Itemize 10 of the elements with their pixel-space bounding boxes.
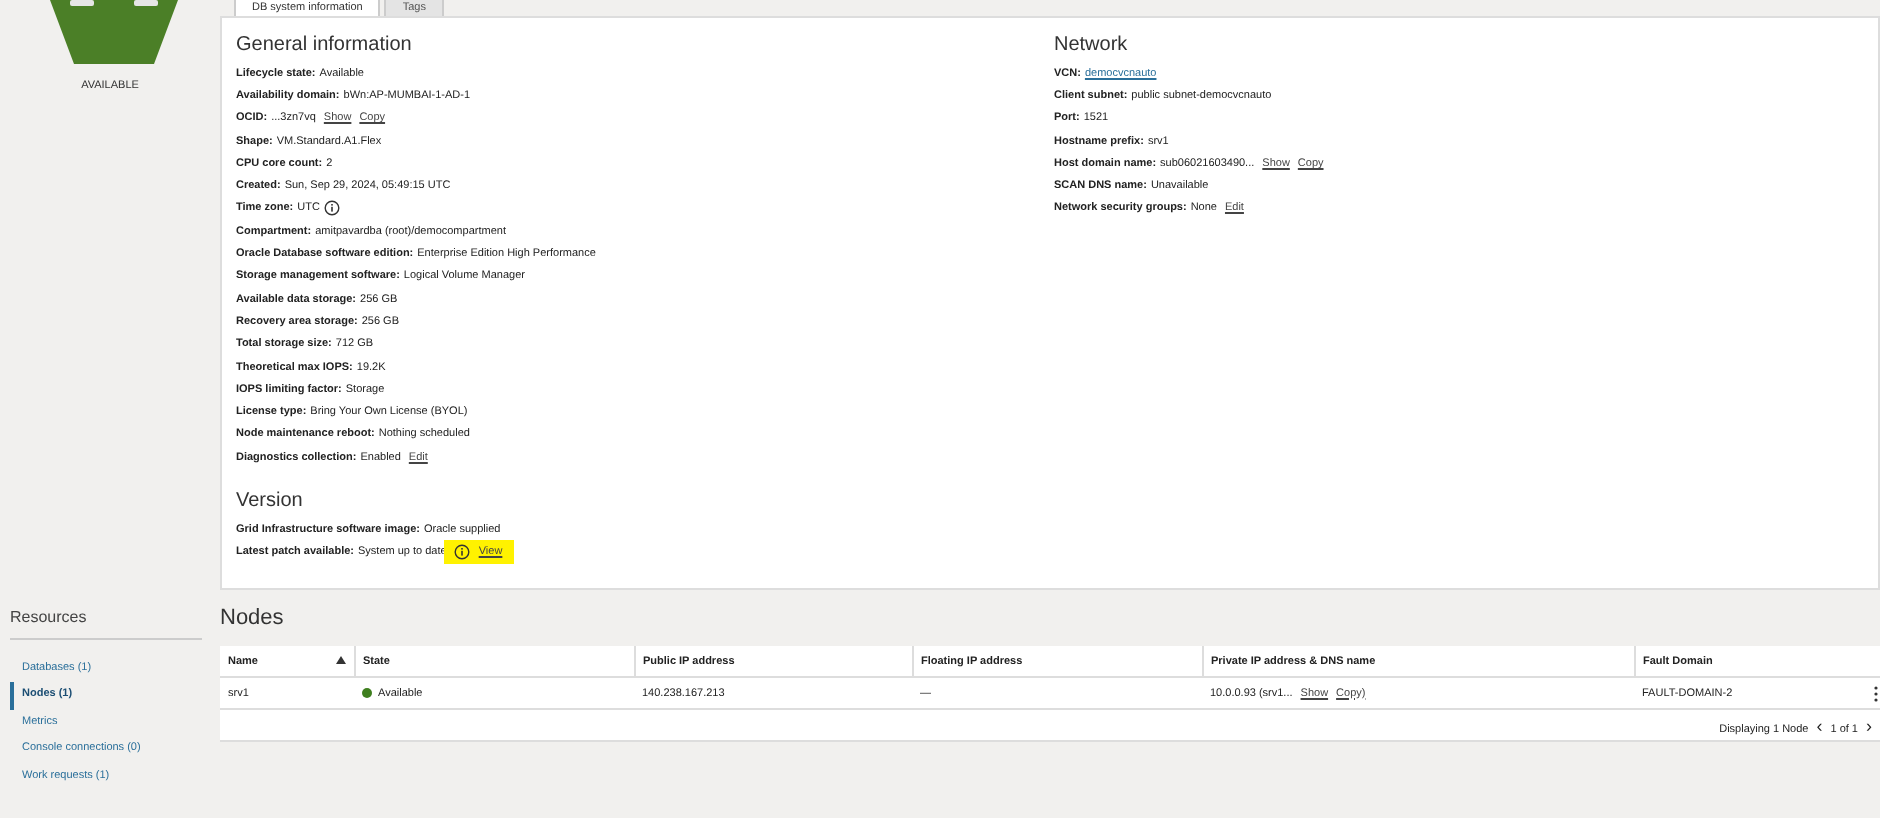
nodes-title: Nodes [220,604,286,634]
section-title: Version [236,490,305,513]
info-icon[interactable] [454,544,471,561]
next-page-button[interactable]: › [1866,715,1872,735]
resources-title: Resources [10,599,202,639]
previous-page-button[interactable]: ‹ [1816,715,1823,735]
section-title: General information [236,34,414,56]
section-title: Network [1054,34,1130,56]
sort-icon[interactable] [335,655,345,663]
info-icon[interactable] [323,200,340,217]
